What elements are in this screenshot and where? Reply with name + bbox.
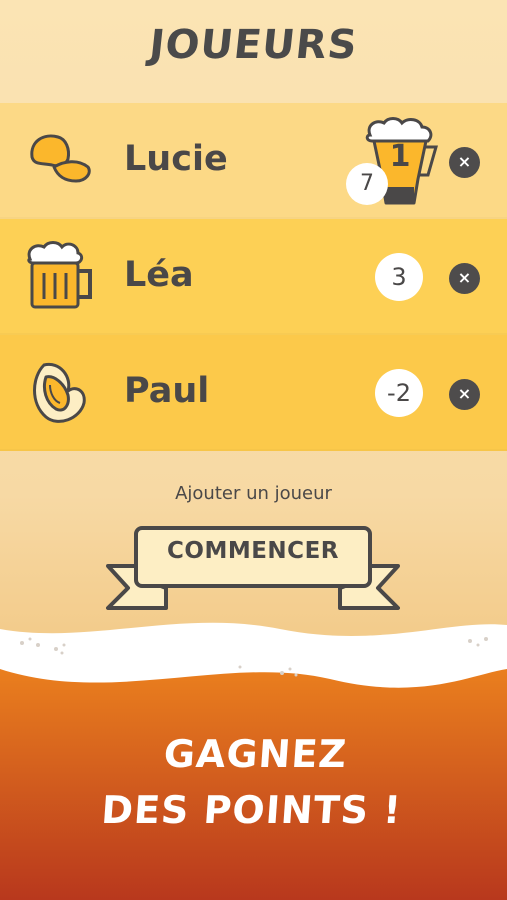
remove-player-button[interactable]: ×: [449, 379, 480, 410]
slogan-line-1: GAGNEZ: [162, 732, 349, 776]
beer-mug-icon: [27, 241, 92, 309]
page-title: JOUEURS: [147, 22, 360, 68]
player-score: -2: [375, 369, 423, 417]
player-row-lucie[interactable]: Lucie 1 7 ×: [0, 103, 507, 219]
player-row-paul[interactable]: Paul -2 ×: [0, 335, 507, 451]
player-list: Lucie 1 7 × Léa 3 × Paul -2 ×: [0, 103, 507, 451]
chip-icon: [30, 134, 91, 183]
add-player-link[interactable]: Ajouter un joueur: [0, 483, 507, 504]
player-row-lea[interactable]: Léa 3 ×: [0, 219, 507, 335]
player-score: 7: [346, 163, 388, 205]
player-score: 3: [375, 253, 423, 301]
leader-rank: 1: [389, 139, 411, 174]
slogan: GAGNEZ DES POINTS !: [0, 726, 507, 838]
pistachio-icon: [33, 362, 86, 423]
player-name: Léa: [124, 255, 194, 295]
start-button[interactable]: COMMENCER: [106, 526, 400, 612]
remove-player-button[interactable]: ×: [449, 263, 480, 294]
slogan-line-2: DES POINTS !: [99, 788, 404, 832]
start-button-label: COMMENCER: [167, 538, 339, 564]
remove-player-button[interactable]: ×: [449, 147, 480, 178]
player-name: Lucie: [124, 139, 228, 179]
player-name: Paul: [124, 371, 210, 411]
